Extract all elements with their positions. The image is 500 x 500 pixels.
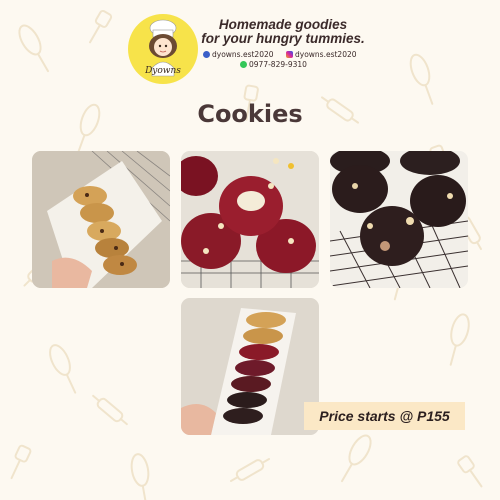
cookie-photo-double-chocolate [330,151,468,288]
facebook-handle-text: dyowns.est2020 [212,50,274,59]
facebook-icon [203,51,210,58]
cookie-photo-red-velvet [181,151,319,288]
cookie-photo-chocolate-chip [32,151,170,288]
instagram-handle[interactable]: dyowns.est2020 [286,50,357,59]
tagline-line-1: Homemade goodies [218,17,348,32]
tagline-line-2: for your hungry tummies. [201,31,365,46]
brand-logo: Dyowns [128,14,198,84]
instagram-icon [286,51,293,58]
whatsapp-number[interactable]: 0977-829-9310 [240,60,307,69]
price-banner: Price starts @ P155 [304,402,465,430]
cookie-photo-assorted-box [181,298,319,435]
logo-wordmark: Dyowns [145,66,181,76]
tagline: Homemade goodies for your hungry tummies… [198,18,368,46]
brand-header: Dyowns Homemade goodies for your hungry … [0,0,500,95]
facebook-handle[interactable]: dyowns.est2020 [203,50,274,59]
whatsapp-icon [240,61,247,68]
instagram-handle-text: dyowns.est2020 [295,50,357,59]
section-title: Cookies [197,100,303,128]
whatsapp-number-text: 0977-829-9310 [249,60,307,69]
